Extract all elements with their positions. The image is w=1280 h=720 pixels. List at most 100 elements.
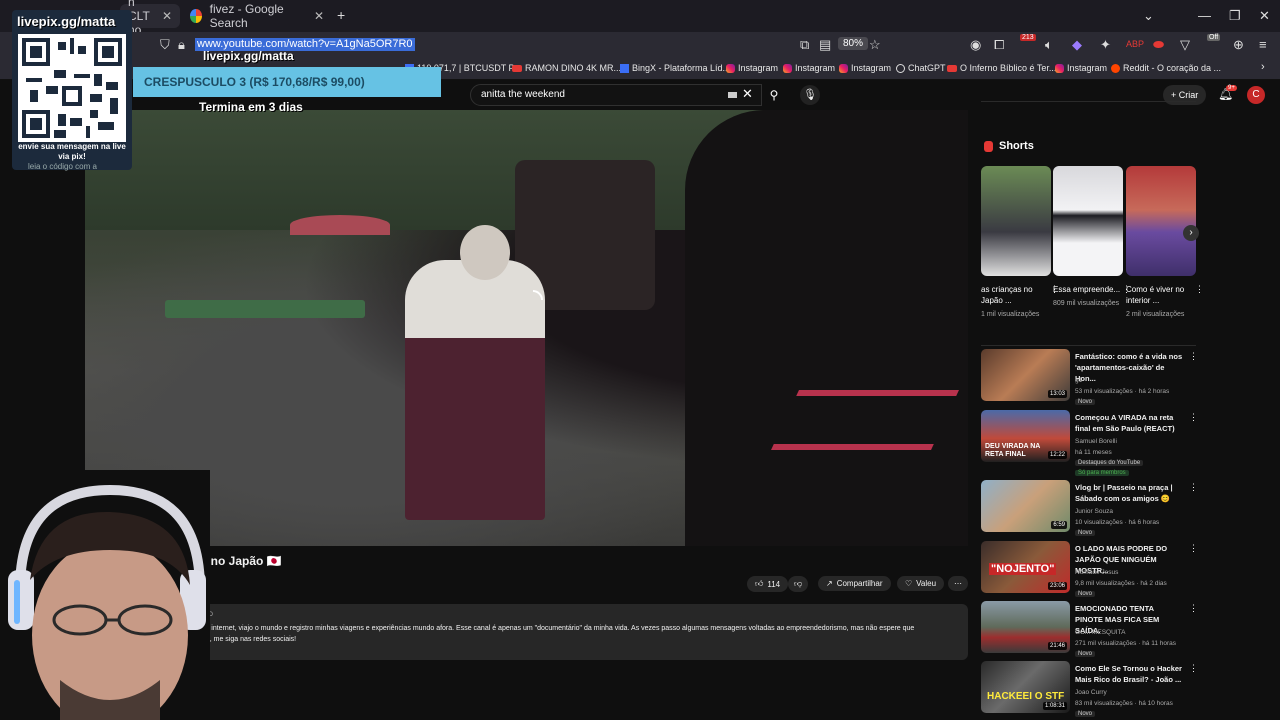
dislike-button[interactable]: 👎︎	[788, 576, 809, 592]
extension-icon[interactable]: ✦	[1100, 37, 1111, 53]
minimize-icon[interactable]: —	[1198, 8, 1211, 23]
bookmark-label: O Inferno Bíblico é Ter...	[960, 63, 1057, 73]
channel-name[interactable]: GCM MESQUITA	[1075, 629, 1125, 636]
thanks-button[interactable]: ♡ Valeu	[897, 576, 945, 591]
recommended-item[interactable]: HACKEEI O STF 1:08:31 Como Ele Se Tornou…	[981, 661, 1198, 717]
more-vert-icon[interactable]: ⋮	[1195, 284, 1204, 295]
bookmark-label: Instagram	[738, 63, 779, 73]
bookmark-item[interactable]: Instagram	[726, 63, 778, 73]
video-meta: 10 visualizações · há 6 horas	[1075, 519, 1160, 526]
short-item[interactable]: Essa empreende... 809 mil visualizações …	[1053, 166, 1131, 309]
instagram-icon	[839, 63, 848, 73]
new-tab-button[interactable]: +	[337, 7, 345, 23]
close-window-icon[interactable]: ✕	[1259, 8, 1270, 24]
video-thumbnail: HACKEEI O STF 1:08:31	[981, 661, 1070, 713]
new-badge: Novo	[1075, 530, 1096, 536]
video-player[interactable]	[85, 110, 968, 546]
like-button[interactable]: 👍︎ 114	[747, 576, 789, 592]
qr-title: livepix.gg/matta	[17, 14, 116, 29]
recommended-item[interactable]: 21:46 EMOCIONADO TENTA PINOTE MAS FICA S…	[981, 601, 1198, 657]
video-meta: 83 mil visualizações · há 10 horas	[1075, 700, 1173, 707]
more-vert-icon[interactable]: ⋮	[1189, 482, 1198, 493]
bookmark-label: Reddit - O coração da ...	[1123, 63, 1222, 73]
video-thumbnail: 21:46	[981, 601, 1070, 653]
chevron-right-icon[interactable]: ›	[1261, 61, 1265, 73]
channel-name[interactable]: g1	[1075, 377, 1082, 384]
short-item[interactable]: as crianças no Japão ... 1 mil visualiza…	[981, 166, 1059, 320]
tab-google-search[interactable]: fivez - Google Search ✕	[182, 2, 332, 30]
recommended-item[interactable]: "NOJENTO" 23:06 O LADO MAIS PODRE DO JAP…	[981, 541, 1198, 597]
puzzle-icon[interactable]: ⧠	[994, 37, 1004, 53]
search-icon[interactable]: ⚲	[762, 84, 786, 106]
recommended-item[interactable]: 6:59 Vlog br | Passeio na praça | Sábado…	[981, 480, 1198, 536]
short-item[interactable]: Como é viver no interior ... 2 mil visua…	[1126, 166, 1204, 320]
recommended-item[interactable]: 13:03 Fantástico: como é a vida nos 'apa…	[981, 349, 1198, 405]
menu-icon[interactable]: ≡	[1259, 37, 1267, 52]
lock-icon: 🔒︎	[178, 37, 185, 52]
thumbnail-text: DEU VIRADA NA RETA FINAL	[985, 443, 1041, 458]
tab-list-icon[interactable]: ⌄	[1143, 8, 1154, 24]
bookmark-item[interactable]: Reddit - O coração da ...	[1111, 63, 1221, 73]
tab-label: fivez - Google Search	[209, 2, 284, 30]
browser-nav-bar: ⛉ 🔒︎ www.youtube.com/watch?v=A1gNa5OR7R0…	[0, 32, 1280, 58]
more-vert-icon[interactable]: ⋮	[1189, 603, 1198, 614]
channel-name[interactable]: Samuel Borelli	[1075, 438, 1117, 445]
thumbs-down-icon: 👎︎	[794, 579, 803, 588]
search-input[interactable]: anitta the weekend	[470, 84, 762, 106]
description-box[interactable]: OTO ela internet, viajo o mundo e regist…	[190, 604, 968, 660]
duration-label: 6:59	[1051, 521, 1067, 529]
speaker-icon[interactable]: 🔈︎	[1045, 37, 1053, 53]
video-scene-head	[460, 225, 510, 280]
bookmark-item[interactable]: Instagram	[1055, 63, 1107, 73]
channel-name[interactable]: Joao Curry	[1075, 689, 1107, 696]
channel-name[interactable]: Nômade Jesus	[1075, 569, 1118, 576]
bookmark-item[interactable]: O Inferno Bíblico é Ter...	[947, 63, 1056, 73]
video-meta: 9,8 mil visualizações · há 2 dias	[1075, 580, 1167, 587]
recommended-item[interactable]: DEU VIRADA NA RETA FINAL 12:22 Começou A…	[981, 410, 1198, 476]
adblock-icon[interactable]: ABP	[1126, 39, 1144, 49]
picture-in-picture-icon[interactable]: ⧉	[800, 37, 809, 53]
zoom-level[interactable]: 80%	[838, 37, 869, 50]
video-title: Vlog br | Passeio na praça | Sábado com …	[1075, 483, 1173, 503]
bingx-icon	[620, 63, 629, 73]
star-icon[interactable]: ☆	[869, 37, 881, 53]
account-icon[interactable]: ⊕	[1233, 37, 1244, 53]
video-title: Começou A VIRADA na reta final em São Pa…	[1075, 413, 1175, 433]
extension-icon[interactable]: ▽	[1180, 37, 1190, 53]
chatgpt-icon	[896, 63, 905, 73]
description-text: ela internet, viajo o mundo e registro m…	[200, 625, 915, 632]
extension-c-icon[interactable]: ◉	[970, 37, 981, 53]
more-vert-icon[interactable]: ⋮	[1189, 351, 1198, 362]
close-icon[interactable]: ✕	[162, 9, 172, 23]
channel-name[interactable]: Junior Souza	[1075, 508, 1113, 515]
bookmark-item[interactable]: ChatGPT	[896, 63, 946, 73]
more-vert-icon[interactable]: ⋮	[1189, 412, 1198, 423]
share-button[interactable]: ↗ Compartilhar	[818, 576, 891, 591]
close-icon[interactable]: ✕	[314, 9, 324, 23]
extension-icon[interactable]: ◆	[1072, 37, 1082, 53]
keyboard-icon[interactable]	[728, 92, 737, 98]
more-vert-icon[interactable]: ⋮	[1189, 543, 1198, 554]
short-thumbnail	[1126, 166, 1196, 276]
bookmark-item[interactable]: Instagram	[783, 63, 835, 73]
extension-icon[interactable]: ⬬	[1153, 37, 1164, 53]
avatar[interactable]: C	[1247, 86, 1265, 104]
bookmark-item[interactable]: BingX - Plataforma Líd...	[620, 63, 730, 73]
webcam-overlay	[0, 470, 210, 720]
video-title: Fantástico: como é a vida nos 'apartamen…	[1075, 352, 1183, 383]
bookmark-item[interactable]: Instagram	[839, 63, 891, 73]
maximize-icon[interactable]: ❐	[1229, 8, 1241, 24]
bookmark-label: BingX - Plataforma Líd...	[632, 63, 731, 73]
duration-label: 12:22	[1047, 451, 1067, 459]
bookmark-item[interactable]: RAMON DINO 4K MR...	[512, 63, 621, 73]
more-vert-icon[interactable]: ⋮	[1189, 663, 1198, 674]
microphone-icon[interactable]: 🎙︎	[800, 85, 820, 105]
shorts-icon	[984, 140, 993, 152]
reader-view-icon[interactable]: ▤	[819, 37, 831, 53]
shield-icon[interactable]: ⛉	[160, 37, 170, 53]
bookmark-label: RAMON DINO 4K MR...	[525, 63, 622, 73]
bookmark-label: ChatGPT	[908, 63, 946, 73]
clear-search-icon[interactable]: ✕	[742, 86, 753, 102]
more-actions-button[interactable]: ⋯	[948, 576, 968, 591]
chevron-right-icon[interactable]: ›	[1183, 225, 1199, 241]
